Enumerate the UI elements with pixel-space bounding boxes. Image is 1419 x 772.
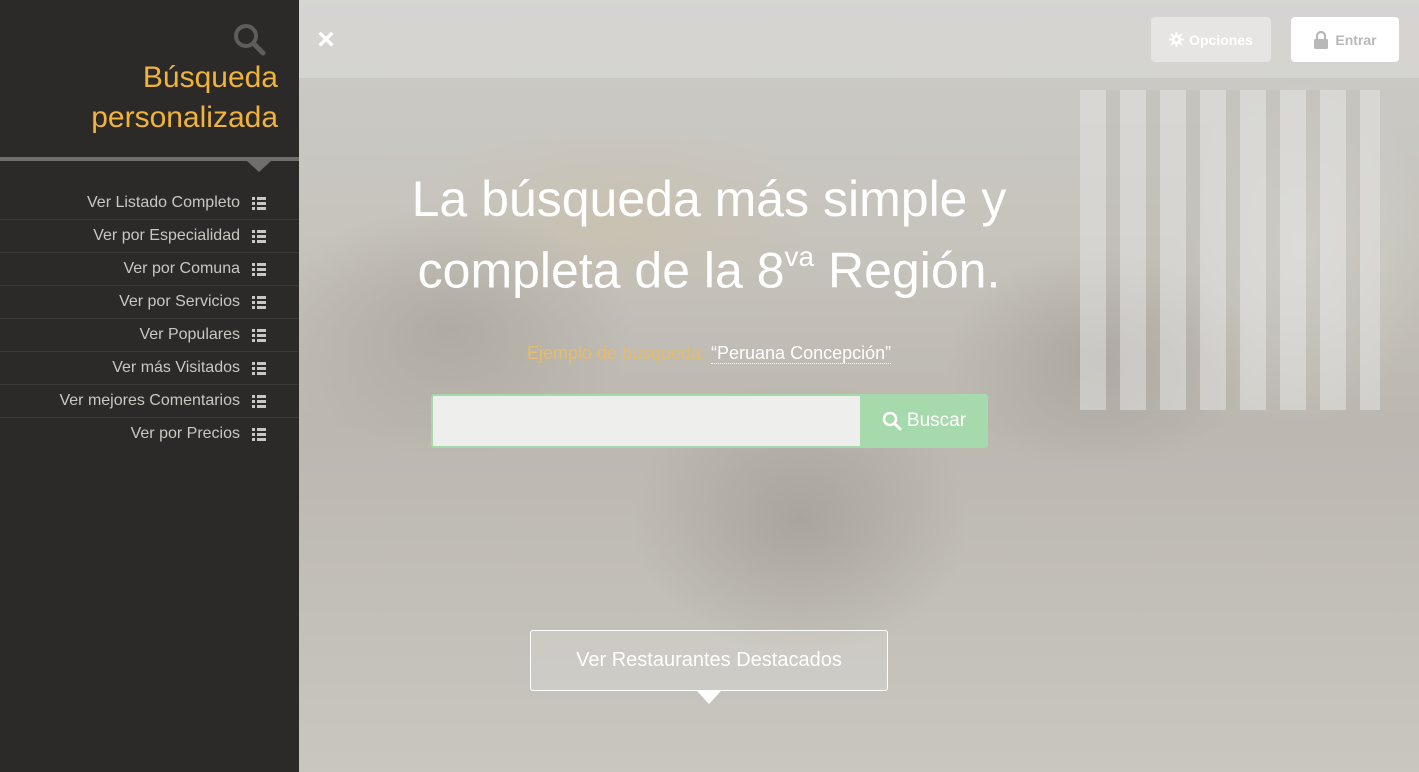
search-icon — [234, 24, 266, 56]
search-button[interactable]: Buscar — [860, 394, 988, 448]
sidebar-item-especialidad[interactable]: Ver por Especialidad — [0, 220, 299, 253]
caret-down-icon — [697, 691, 721, 704]
sidebar-item-label: Ver mejores Comentarios — [59, 392, 240, 409]
list-icon — [252, 361, 266, 375]
sidebar-item-populares[interactable]: Ver Populares — [0, 319, 299, 352]
list-icon — [252, 229, 266, 243]
list-icon — [252, 394, 266, 408]
search-input[interactable] — [431, 394, 860, 448]
headline-line-2-end: Región. — [814, 242, 1001, 299]
sidebar-item-label: Ver más Visitados — [112, 359, 240, 376]
search-example-value[interactable]: “Peruana Concepción” — [711, 343, 892, 364]
gear-icon — [1169, 32, 1185, 47]
lock-icon — [1314, 30, 1329, 49]
sidebar-title: Búsqueda personalizada — [0, 58, 278, 138]
sidebar-item-servicios[interactable]: Ver por Servicios — [0, 286, 299, 319]
sidebar-item-label: Ver Listado Completo — [87, 194, 240, 211]
hero-headline: La búsqueda más simple y completa de la … — [409, 168, 1009, 302]
search-icon — [882, 411, 902, 431]
sidebar-item-comuna[interactable]: Ver por Comuna — [0, 253, 299, 286]
page: × Opciones Entrar La búsqueda más simple… — [0, 0, 1419, 772]
sidebar-item-listado-completo[interactable]: Ver Listado Completo — [0, 187, 299, 220]
list-icon — [252, 295, 266, 309]
list-icon — [252, 328, 266, 342]
featured-restaurants-button[interactable]: Ver Restaurantes Destacados — [530, 630, 888, 691]
headline-superscript: va — [784, 241, 815, 272]
sidebar-item-mejores-comentarios[interactable]: Ver mejores Comentarios — [0, 385, 299, 418]
list-icon — [252, 262, 266, 276]
featured-restaurants-label: Ver Restaurantes Destacados — [576, 649, 842, 671]
enter-button[interactable]: Entrar — [1291, 17, 1399, 62]
close-icon[interactable]: × — [312, 24, 340, 56]
sidebar-item-label: Ver por Especialidad — [93, 227, 240, 244]
sidebar-item-label: Ver por Precios — [130, 425, 240, 442]
list-icon — [252, 427, 266, 441]
search-button-label: Buscar — [906, 410, 967, 431]
options-button[interactable]: Opciones — [1151, 17, 1271, 62]
sidebar-title-line-2: personalizada — [91, 101, 278, 134]
sidebar-item-label: Ver Populares — [139, 326, 240, 343]
search-example-label: Ejemplo de búsqueda: — [526, 343, 706, 363]
search-example: Ejemplo de búsqueda: “Peruana Concepción… — [409, 341, 1009, 365]
headline-line-2-start: completa de la 8 — [417, 242, 785, 299]
caret-down-icon — [247, 161, 271, 172]
sidebar-item-precios[interactable]: Ver por Precios — [0, 418, 299, 450]
sidebar: Búsqueda personalizada Ver Listado Compl… — [0, 0, 299, 772]
sidebar-item-mas-visitados[interactable]: Ver más Visitados — [0, 352, 299, 385]
sidebar-title-line-1: Búsqueda — [142, 61, 278, 94]
search-bar: Buscar — [431, 394, 988, 448]
sidebar-menu: Ver Listado Completo Ver por Especialida… — [0, 187, 299, 450]
sidebar-item-label: Ver por Servicios — [119, 293, 240, 310]
enter-button-label: Entrar — [1335, 31, 1377, 48]
options-button-label: Opciones — [1189, 31, 1253, 48]
sidebar-item-label: Ver por Comuna — [123, 260, 240, 277]
headline-line-1: La búsqueda más simple y — [411, 171, 1007, 227]
list-icon — [252, 196, 266, 210]
